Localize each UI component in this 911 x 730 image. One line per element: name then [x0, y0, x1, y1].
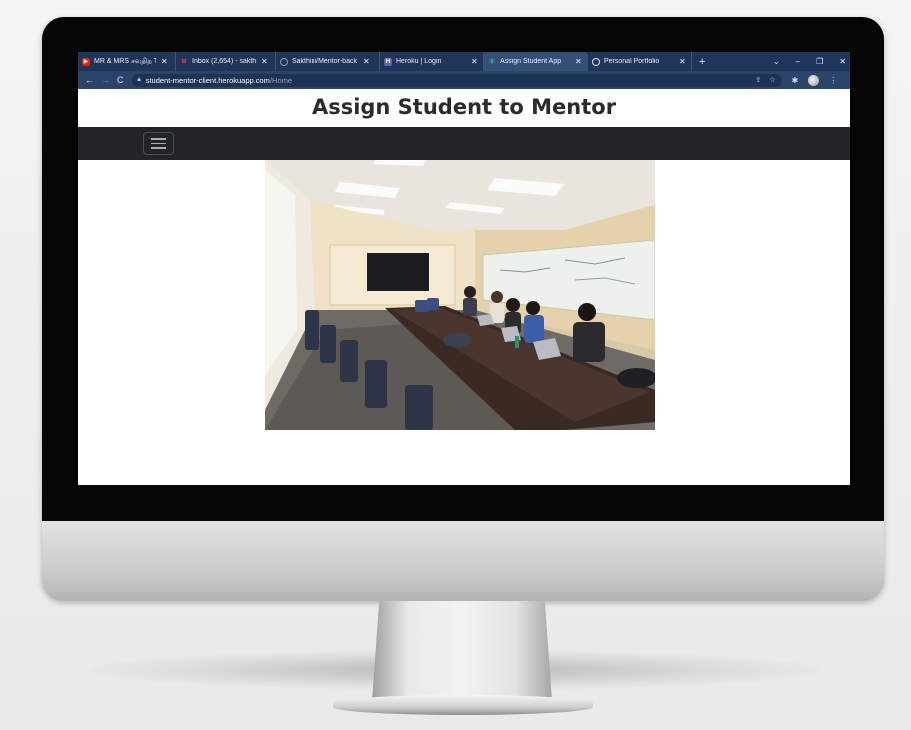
youtube-icon: ▶ [82, 57, 90, 66]
tab-gmail[interactable]: M Inbox (2,654) - sakthi ✕ [176, 52, 276, 71]
url-host: student-mentor-client.herokuapp.com [145, 75, 270, 85]
classroom-photo [265, 160, 655, 430]
monitor-frame: ▶ MR & MRS சவுதித TA ✕ M Inbox (2,654) -… [42, 17, 884, 601]
monitor-chin [42, 521, 884, 601]
window-controls: ⌄ – ❐ ✕ [773, 52, 846, 71]
url-path: /Home [269, 75, 293, 85]
close-icon[interactable]: ✕ [575, 57, 582, 66]
github-icon [280, 57, 288, 66]
navbar [78, 127, 850, 160]
new-tab-button[interactable]: + [699, 56, 705, 68]
web-page: Assign Student to Mentor [78, 89, 850, 485]
page-title: Assign Student to Mentor [311, 95, 617, 119]
heroku-icon: H [384, 57, 392, 66]
tab-github[interactable]: Sakthiiii/Mentor-back ✕ [276, 52, 380, 71]
browser-window: ▶ MR & MRS சவுதித TA ✕ M Inbox (2,654) -… [78, 52, 850, 485]
gmail-icon: M [181, 58, 187, 65]
close-icon[interactable]: ✕ [471, 57, 478, 66]
close-icon[interactable]: ✕ [261, 57, 268, 66]
close-icon[interactable]: ✕ [161, 57, 168, 66]
close-window-button[interactable]: ✕ [839, 57, 846, 66]
tab-title: MR & MRS சவுதித TA [94, 58, 156, 65]
close-icon[interactable]: ✕ [363, 57, 370, 66]
hamburger-icon[interactable] [143, 132, 174, 155]
tab-youtube[interactable]: ▶ MR & MRS சவுதித TA ✕ [78, 52, 176, 71]
react-icon: ⚛ [488, 56, 496, 66]
monitor-stand-neck [372, 601, 552, 701]
back-button[interactable]: ← [85, 75, 94, 85]
restore-button[interactable]: ❐ [816, 57, 823, 66]
tab-personal-portfolio[interactable]: Personal Portfolio ✕ [588, 52, 692, 71]
close-icon[interactable]: ✕ [679, 57, 686, 66]
extensions-icon[interactable]: ✱ [792, 76, 799, 85]
monitor-stand-base [333, 695, 593, 715]
tab-assign-student-app[interactable]: ⚛ Assign Student App ✕ [484, 52, 588, 71]
tab-title: Assign Student App [500, 58, 562, 65]
tab-strip: ▶ MR & MRS சவுதித TA ✕ M Inbox (2,654) -… [78, 52, 850, 71]
reload-button[interactable]: C [117, 75, 124, 85]
tab-title: Personal Portfolio [604, 58, 660, 65]
tab-search-icon[interactable]: ⌄ [773, 57, 780, 66]
bookmark-star-icon[interactable]: ☆ [769, 76, 775, 84]
tab-title: Inbox (2,654) - sakthi [192, 58, 256, 65]
share-icon[interactable]: ⇪ [755, 76, 761, 84]
browser-toolbar: ← → C 🔒︎ student-mentor-client.herokuapp… [78, 71, 850, 89]
lock-icon: 🔒︎ [137, 76, 141, 83]
tab-title: Heroku | Login [396, 58, 442, 65]
forward-button[interactable]: → [101, 75, 110, 85]
kebab-menu-icon[interactable]: ⋮ [829, 76, 837, 85]
tab-heroku[interactable]: H Heroku | Login ✕ [380, 52, 484, 71]
globe-icon [592, 57, 600, 66]
profile-avatar[interactable] [808, 74, 820, 86]
monitor-bezel: ▶ MR & MRS சவுதித TA ✕ M Inbox (2,654) -… [42, 17, 884, 521]
address-bar[interactable]: 🔒︎ student-mentor-client.herokuapp.com/H… [131, 73, 782, 87]
minimize-button[interactable]: – [796, 57, 800, 66]
tab-title: Sakthiiii/Mentor-back [292, 58, 357, 65]
